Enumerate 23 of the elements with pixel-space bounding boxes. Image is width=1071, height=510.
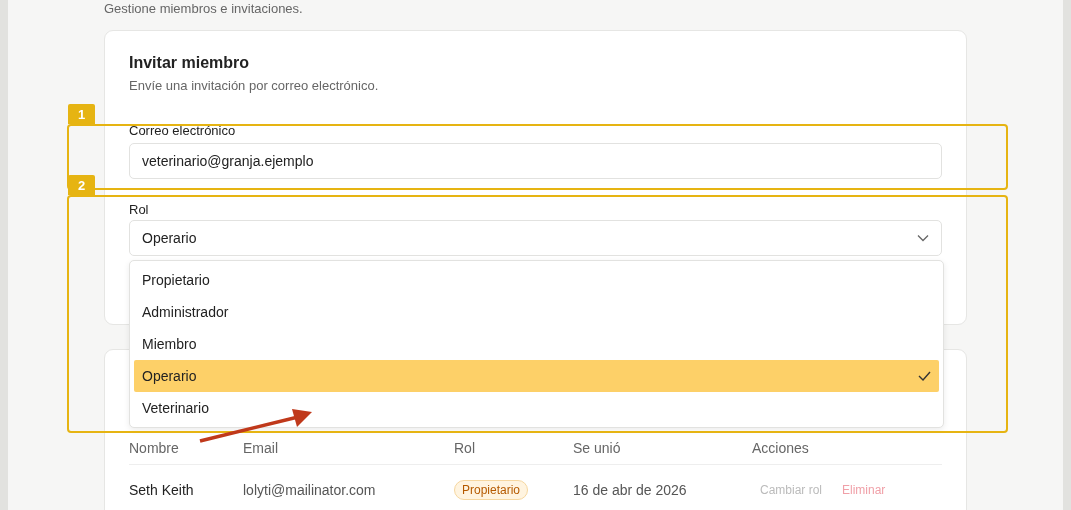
annotation-number: 2 — [68, 175, 95, 195]
table-cell-text: 16 de abr de 2026 — [573, 482, 688, 498]
dropdown-option[interactable]: Miembro — [134, 328, 939, 360]
table-cell-text: lolyti@mailinator.com — [243, 482, 377, 498]
dropdown-option[interactable]: Operario — [134, 360, 939, 392]
annotation-number: 1 — [68, 104, 95, 124]
column-header: Nombre — [129, 440, 180, 456]
field-label: Rol — [129, 202, 149, 218]
dropdown-option[interactable]: Propietario — [134, 264, 939, 296]
page-subtitle: Gestione miembros e invitaciones. — [104, 1, 303, 16]
email-field[interactable]: veterinario@granja.ejemplo — [129, 143, 942, 179]
column-header: Acciones — [752, 440, 810, 456]
dropdown-option[interactable]: Administrador — [134, 296, 939, 328]
field-label: Correo electrónico — [129, 123, 236, 139]
role-badge: Propietario — [454, 480, 529, 500]
dropdown-option[interactable]: Veterinario — [134, 392, 939, 424]
card-description: Envíe una invitación por correo electrónico. — [129, 78, 380, 94]
column-header: Se unió — [573, 440, 622, 456]
role-select[interactable]: Operario — [129, 220, 942, 256]
column-header: Rol — [454, 440, 476, 456]
card-title: Invitar miembro — [129, 53, 251, 73]
table-cell-text: Seth Keith — [129, 482, 195, 498]
column-header: Email — [243, 440, 279, 456]
